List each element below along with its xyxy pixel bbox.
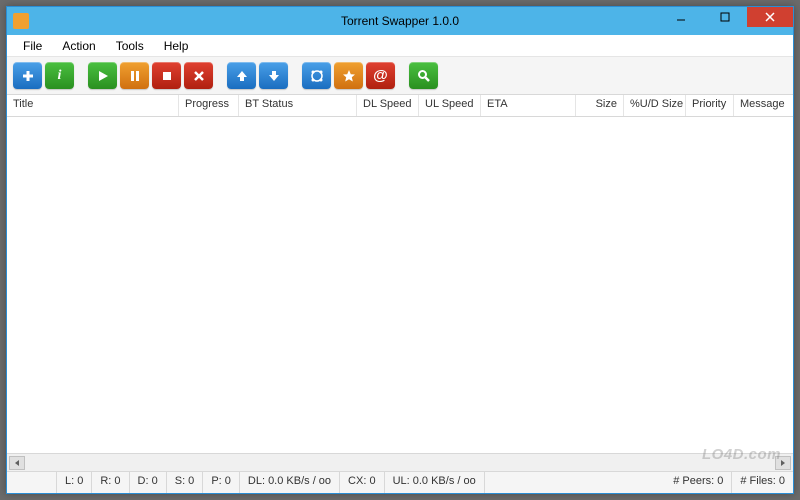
status-s: S: 0 bbox=[167, 472, 204, 493]
status-d: D: 0 bbox=[130, 472, 167, 493]
torrent-list[interactable] bbox=[7, 117, 793, 453]
menu-action[interactable]: Action bbox=[52, 37, 105, 55]
search-button[interactable] bbox=[409, 62, 438, 89]
star-icon bbox=[342, 69, 356, 83]
status-p: P: 0 bbox=[203, 472, 240, 493]
remove-icon bbox=[193, 70, 205, 82]
play-icon bbox=[97, 70, 109, 82]
window-controls bbox=[659, 7, 793, 27]
status-cx: CX: 0 bbox=[340, 472, 385, 493]
toolbar: i @ bbox=[7, 57, 793, 95]
col-title[interactable]: Title bbox=[7, 95, 179, 116]
menu-help[interactable]: Help bbox=[154, 37, 199, 55]
horizontal-scrollbar[interactable] bbox=[7, 453, 793, 471]
app-icon bbox=[13, 13, 29, 29]
info-button[interactable]: i bbox=[45, 62, 74, 89]
stop-button[interactable] bbox=[152, 62, 181, 89]
add-icon bbox=[21, 69, 35, 83]
close-button[interactable] bbox=[747, 7, 793, 27]
move-up-button[interactable] bbox=[227, 62, 256, 89]
dht-icon bbox=[310, 69, 324, 83]
menubar: File Action Tools Help bbox=[7, 35, 793, 57]
status-peers: # Peers: 0 bbox=[485, 472, 733, 493]
status-ul: UL: 0.0 KB/s / oo bbox=[385, 472, 485, 493]
scroll-right-button[interactable] bbox=[775, 456, 791, 470]
at-button[interactable]: @ bbox=[366, 62, 395, 89]
arrow-up-icon bbox=[236, 70, 248, 82]
app-window: Torrent Swapper 1.0.0 File Action Tools … bbox=[6, 6, 794, 494]
status-files: # Files: 0 bbox=[732, 472, 793, 493]
pause-icon bbox=[129, 70, 141, 82]
col-progress[interactable]: Progress bbox=[179, 95, 239, 116]
menu-tools[interactable]: Tools bbox=[106, 37, 154, 55]
remove-button[interactable] bbox=[184, 62, 213, 89]
info-icon: i bbox=[58, 68, 62, 84]
status-spacer bbox=[7, 472, 57, 493]
arrow-down-icon bbox=[268, 70, 280, 82]
minimize-button[interactable] bbox=[659, 7, 703, 27]
stop-icon bbox=[161, 70, 173, 82]
column-headers[interactable]: Title Progress BT Status DL Speed UL Spe… bbox=[7, 95, 793, 117]
maximize-button[interactable] bbox=[703, 7, 747, 27]
pause-button[interactable] bbox=[120, 62, 149, 89]
play-button[interactable] bbox=[88, 62, 117, 89]
col-ud-size[interactable]: %U/D Size bbox=[624, 95, 686, 116]
col-size[interactable]: Size bbox=[576, 95, 624, 116]
col-eta[interactable]: ETA bbox=[481, 95, 576, 116]
statusbar: L: 0 R: 0 D: 0 S: 0 P: 0 DL: 0.0 KB/s / … bbox=[7, 471, 793, 493]
titlebar[interactable]: Torrent Swapper 1.0.0 bbox=[7, 7, 793, 35]
col-priority[interactable]: Priority bbox=[686, 95, 734, 116]
col-dl-speed[interactable]: DL Speed bbox=[357, 95, 419, 116]
col-bt-status[interactable]: BT Status bbox=[239, 95, 357, 116]
col-ul-speed[interactable]: UL Speed bbox=[419, 95, 481, 116]
dht-button[interactable] bbox=[302, 62, 331, 89]
status-l: L: 0 bbox=[57, 472, 92, 493]
add-button[interactable] bbox=[13, 62, 42, 89]
status-dl: DL: 0.0 KB/s / oo bbox=[240, 472, 340, 493]
scroll-left-button[interactable] bbox=[9, 456, 25, 470]
at-icon: @ bbox=[373, 67, 388, 84]
menu-file[interactable]: File bbox=[13, 37, 52, 55]
col-message[interactable]: Message bbox=[734, 95, 793, 116]
status-r: R: 0 bbox=[92, 472, 129, 493]
move-down-button[interactable] bbox=[259, 62, 288, 89]
favorite-button[interactable] bbox=[334, 62, 363, 89]
search-icon bbox=[417, 69, 431, 83]
